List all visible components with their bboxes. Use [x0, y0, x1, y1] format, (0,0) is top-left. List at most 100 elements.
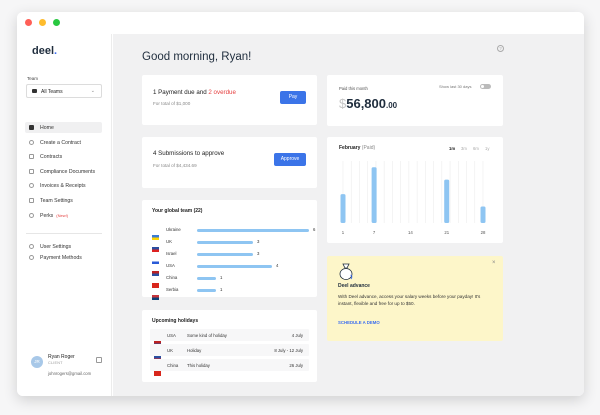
user-role: CLIENT	[48, 361, 63, 365]
x-tick-label: 28	[481, 230, 486, 235]
title-bar	[17, 12, 584, 34]
last-30-days-toggle[interactable]	[480, 84, 491, 89]
approve-button[interactable]: Approve	[274, 153, 306, 166]
sidebar-item-invoices[interactable]: Invoices & Receipts	[25, 180, 102, 191]
country-flag-icon	[152, 263, 159, 276]
team-select-value: All Teams	[41, 89, 63, 95]
maximize-window-button[interactable]	[53, 19, 60, 26]
user-name: Ryan Roger	[48, 354, 75, 360]
country-name: Serbia	[166, 286, 179, 292]
sidebar-item-perks[interactable]: Perks (New!)	[25, 210, 102, 221]
team-settings-icon	[29, 198, 34, 203]
chart-bar[interactable]	[444, 179, 450, 223]
schedule-demo-link[interactable]: SCHEDULE A DEMO	[338, 320, 380, 325]
pay-button[interactable]: Pay	[280, 91, 306, 104]
sidebar-item-label: Compliance Documents	[40, 168, 96, 175]
sidebar-item-payment-methods[interactable]: Payment Methods	[25, 252, 102, 263]
chart-title: February (Paid)	[339, 145, 376, 151]
submissions-title: 4 Submissions to approve	[153, 150, 225, 157]
team-country-row: China 1	[152, 273, 312, 288]
country-flag-icon	[152, 251, 159, 264]
country-name: USA	[166, 262, 175, 268]
sidebar-item-compliance[interactable]: Compliance Documents	[25, 166, 102, 177]
country-flag-icon	[152, 275, 159, 288]
country-name: Israel	[166, 250, 177, 256]
country-flag-icon	[152, 239, 159, 252]
paid-amount: $56,800.00	[339, 96, 398, 111]
range-1m[interactable]: 1m	[449, 146, 455, 151]
user-email: johnrogers@gmail.com	[48, 371, 92, 376]
country-flag-icon	[152, 227, 159, 240]
deel-advance-card: × Deel advance With Deel advance, access…	[327, 256, 503, 341]
sidebar-divider	[26, 233, 102, 234]
gift-icon	[29, 213, 34, 218]
holiday-date: 4 July	[291, 332, 303, 338]
global-team-title: Your global team (22)	[152, 208, 203, 214]
holidays-card: Upcoming holidays USA Some kind of holida…	[142, 310, 317, 382]
holiday-name: This holiday	[187, 362, 210, 368]
team-country-row: UK 3	[152, 237, 312, 252]
country-name: China	[166, 274, 178, 280]
close-window-button[interactable]	[25, 19, 32, 26]
gear-icon	[29, 255, 34, 260]
range-1y[interactable]: 1y	[485, 146, 489, 151]
team-select[interactable]: All Teams ⌄	[26, 84, 102, 98]
chevron-down-icon: ⌄	[90, 88, 95, 94]
document-icon	[29, 154, 34, 159]
holidays-title: Upcoming holidays	[152, 318, 199, 324]
sidebar-item-user-settings[interactable]: User Settings	[25, 241, 102, 252]
money-bag-icon	[339, 263, 353, 280]
team-country-row: Israel 3	[152, 249, 312, 264]
holiday-country: UK	[167, 347, 173, 353]
holiday-name: Some kind of holiday	[187, 332, 227, 338]
country-flag-icon	[154, 333, 161, 346]
range-3m[interactable]: 3m	[461, 146, 467, 151]
minimize-window-button[interactable]	[39, 19, 46, 26]
team-label: Team	[27, 76, 39, 81]
logout-icon[interactable]	[96, 357, 102, 363]
sidebar-item-team-settings[interactable]: Team Settings	[25, 195, 102, 206]
app-window: deel. Team All Teams ⌄ Home Create a Con…	[17, 12, 584, 396]
country-flag-icon	[154, 348, 161, 361]
sidebar-item-label: Perks (New!)	[40, 212, 69, 219]
country-flag-icon	[152, 287, 159, 300]
new-badge: (New!)	[56, 212, 69, 218]
sidebar-item-contracts[interactable]: Contracts	[25, 151, 102, 162]
x-tick-label: 1	[342, 230, 345, 235]
chart-bar[interactable]	[371, 167, 377, 223]
team-count-bar	[197, 289, 216, 292]
country-name: UK	[166, 238, 172, 244]
submissions-card: 4 Submissions to approve For total of $4…	[142, 137, 317, 188]
team-count-bar	[197, 265, 272, 268]
team-country-row: Serbia 1	[152, 285, 312, 300]
help-icon[interactable]: ?	[497, 45, 504, 52]
holiday-date: 26 July	[289, 362, 303, 368]
team-count: 3	[257, 250, 260, 256]
x-tick-label: 14	[408, 230, 413, 235]
sidebar-item-create-contract[interactable]: Create a Contract	[25, 137, 102, 148]
avatar[interactable]: JR	[31, 356, 43, 368]
range-6m[interactable]: 6m	[473, 146, 479, 151]
sidebar-item-label: Home	[40, 124, 54, 131]
sidebar-item-home[interactable]: Home	[25, 122, 102, 133]
february-chart-card: February (Paid) 1m 3m 6m 1y 1 7 14 21 28	[327, 137, 503, 243]
sidebar-item-label: Create a Contract	[40, 139, 81, 146]
sidebar-item-label: User Settings	[40, 243, 72, 250]
main-content: Good morning, Ryan! ? 1 Payment due and …	[113, 34, 584, 396]
advance-description: With Deel advance, access your salary we…	[338, 294, 481, 306]
team-count: 4	[276, 262, 279, 268]
home-icon	[29, 125, 34, 130]
country-flag-icon	[154, 363, 161, 376]
chart-bar[interactable]	[340, 194, 346, 223]
chart-bar[interactable]	[480, 206, 486, 223]
holiday-row: China This holiday 26 July	[150, 359, 309, 376]
global-team-card: Your global team (22) Ukraine 6 UK 3 Israel 3…	[142, 200, 317, 300]
holiday-date: 8 July - 12 July	[274, 347, 303, 353]
february-bar-chart: 1 7 14 21 28	[340, 161, 486, 235]
paid-this-month-label: Paid this month	[339, 86, 368, 91]
deel-logo[interactable]: deel.	[32, 45, 57, 57]
team-count: 3	[257, 238, 260, 244]
close-icon[interactable]: ×	[492, 260, 496, 266]
compliance-icon	[29, 169, 34, 174]
payment-total: For total of $1,000	[153, 101, 191, 106]
